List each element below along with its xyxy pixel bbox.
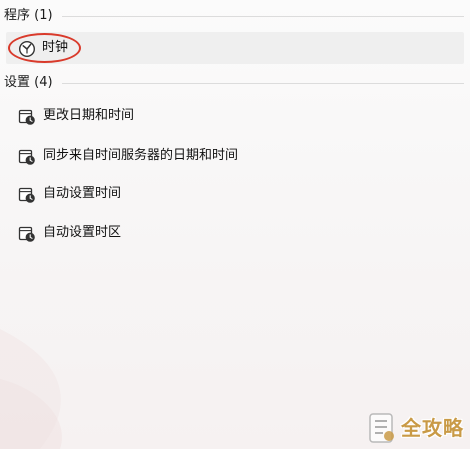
section-divider-programs <box>62 16 464 17</box>
calendar-clock-icon <box>18 108 36 126</box>
section-title-programs: 程序 (1) <box>4 8 53 23</box>
watermark: 全攻略 <box>367 411 464 445</box>
section-title-settings: 设置 (4) <box>4 75 53 90</box>
result-item-clock[interactable]: 时钟 <box>6 32 464 64</box>
result-item-auto-set-timezone[interactable]: 自动设置时区 <box>6 217 464 249</box>
result-label-auto-set-timezone: 自动设置时区 <box>43 225 122 240</box>
result-label-change-date-time: 更改日期和时间 <box>43 108 135 123</box>
search-results-panel: 程序 (1) 时钟 设置 (4) 更改日期和时间 同步来自时间服务器的日期和时间… <box>0 0 470 449</box>
watermark-logo <box>369 413 394 443</box>
calendar-clock-icon <box>18 225 36 243</box>
calendar-clock-icon <box>18 186 36 204</box>
background-decoration <box>0 329 62 449</box>
result-label-sync-time-server: 同步来自时间服务器的日期和时间 <box>43 148 239 163</box>
result-label-clock: 时钟 <box>42 40 69 55</box>
watermark-text: 全攻略 <box>401 416 464 440</box>
section-header-settings: 设置 (4) <box>0 73 470 93</box>
clock-app-icon <box>18 40 36 58</box>
result-item-sync-time-server[interactable]: 同步来自时间服务器的日期和时间 <box>6 140 464 172</box>
section-header-programs: 程序 (1) <box>0 6 470 26</box>
result-item-change-date-time[interactable]: 更改日期和时间 <box>6 100 464 132</box>
result-label-auto-set-time: 自动设置时间 <box>43 186 122 201</box>
section-divider-settings <box>62 83 464 84</box>
result-item-auto-set-time[interactable]: 自动设置时间 <box>6 178 464 210</box>
calendar-clock-icon <box>18 148 36 166</box>
